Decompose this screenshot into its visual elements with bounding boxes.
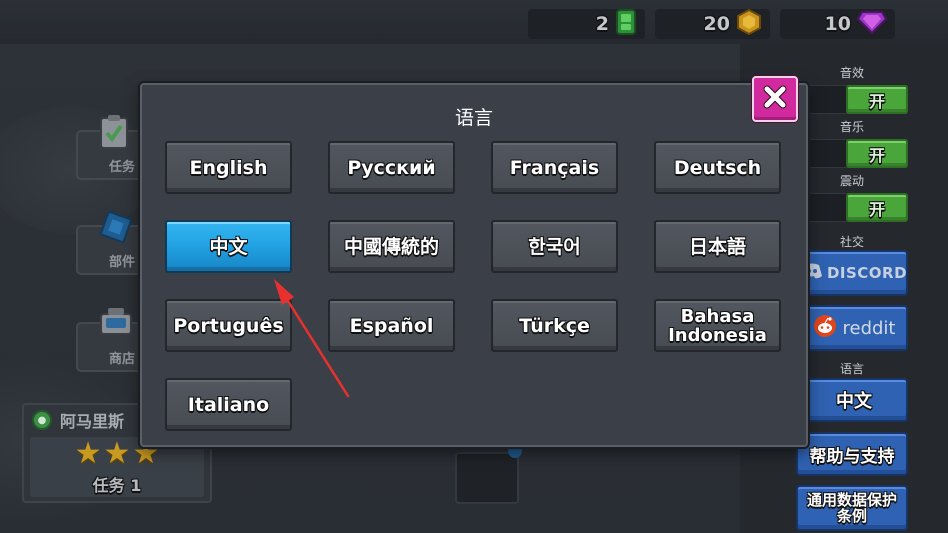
language-option-french[interactable]: Français [491,141,618,194]
currency-value: 10 [824,13,851,35]
background-object [455,452,519,504]
clipboard-icon [98,114,134,150]
discord-button[interactable]: DISCORD [800,250,908,296]
vibration-toggle[interactable]: 开 [846,193,908,222]
shop-icon [98,306,134,342]
gold-coin-icon [736,8,762,39]
currency-gems[interactable]: 10 [780,9,895,39]
gdpr-label: 通用数据保护条例 [806,491,897,525]
language-button[interactable]: 中文 [800,378,908,422]
language-option-portuguese[interactable]: Português [165,299,292,352]
currency-value: 20 [703,13,730,35]
reddit-button[interactable]: reddit [800,305,908,351]
star-icon: ★ [74,436,102,471]
language-option-traditional-chinese[interactable]: 中國傳統的 [328,220,455,273]
part-icon [98,209,134,245]
vibration-label: 震动 [839,174,864,188]
language-option-german[interactable]: Deutsch [654,141,781,194]
language-option-italian[interactable]: Italiano [165,378,292,431]
currency-coins[interactable]: 20 [655,8,770,39]
language-option-english[interactable]: English [165,141,292,194]
language-option-japanese[interactable]: 日本語 [654,220,781,273]
currency-tickets[interactable]: 2 [528,9,645,39]
reddit-icon [813,314,837,342]
close-button[interactable] [752,76,798,122]
discord-label: DISCORD [826,264,908,282]
star-icon: ★ [103,436,131,471]
language-option-turkish[interactable]: Türkçe [491,299,618,352]
language-label: 语言 [839,362,864,376]
reddit-label: reddit [842,317,896,339]
purple-gem-icon [856,10,888,38]
language-option-korean[interactable]: 한국어 [491,220,618,273]
dialog-title: 语言 [454,107,493,129]
language-options: English Русский Français Deutsch 中文 中國傳統… [165,141,781,431]
music-toggle[interactable]: 开 [846,139,908,168]
language-option-russian[interactable]: Русский [328,141,455,194]
mission-pilot-name: 阿马里斯 [60,412,125,431]
music-label: 音乐 [839,120,864,134]
green-ticket-icon [615,9,637,39]
language-option-simplified-chinese[interactable]: 中文 [165,220,292,273]
language-option-indonesian[interactable]: Bahasa Indonesia [654,299,781,352]
currency-value: 2 [595,13,609,35]
mission-label: 任务 1 [92,476,142,495]
sound-label: 音效 [839,66,864,80]
social-label: 社交 [839,235,864,249]
help-support-button[interactable]: 帮助与支持 [796,432,908,476]
gdpr-button[interactable]: 通用数据保护条例 [796,485,908,531]
language-option-spanish[interactable]: Español [328,299,455,352]
language-dialog: 语言 English Русский Français Deutsch 中文 中… [140,83,808,447]
mech-badge-icon: ● [32,410,52,430]
sound-toggle[interactable]: 开 [846,85,908,114]
close-icon [762,84,788,114]
